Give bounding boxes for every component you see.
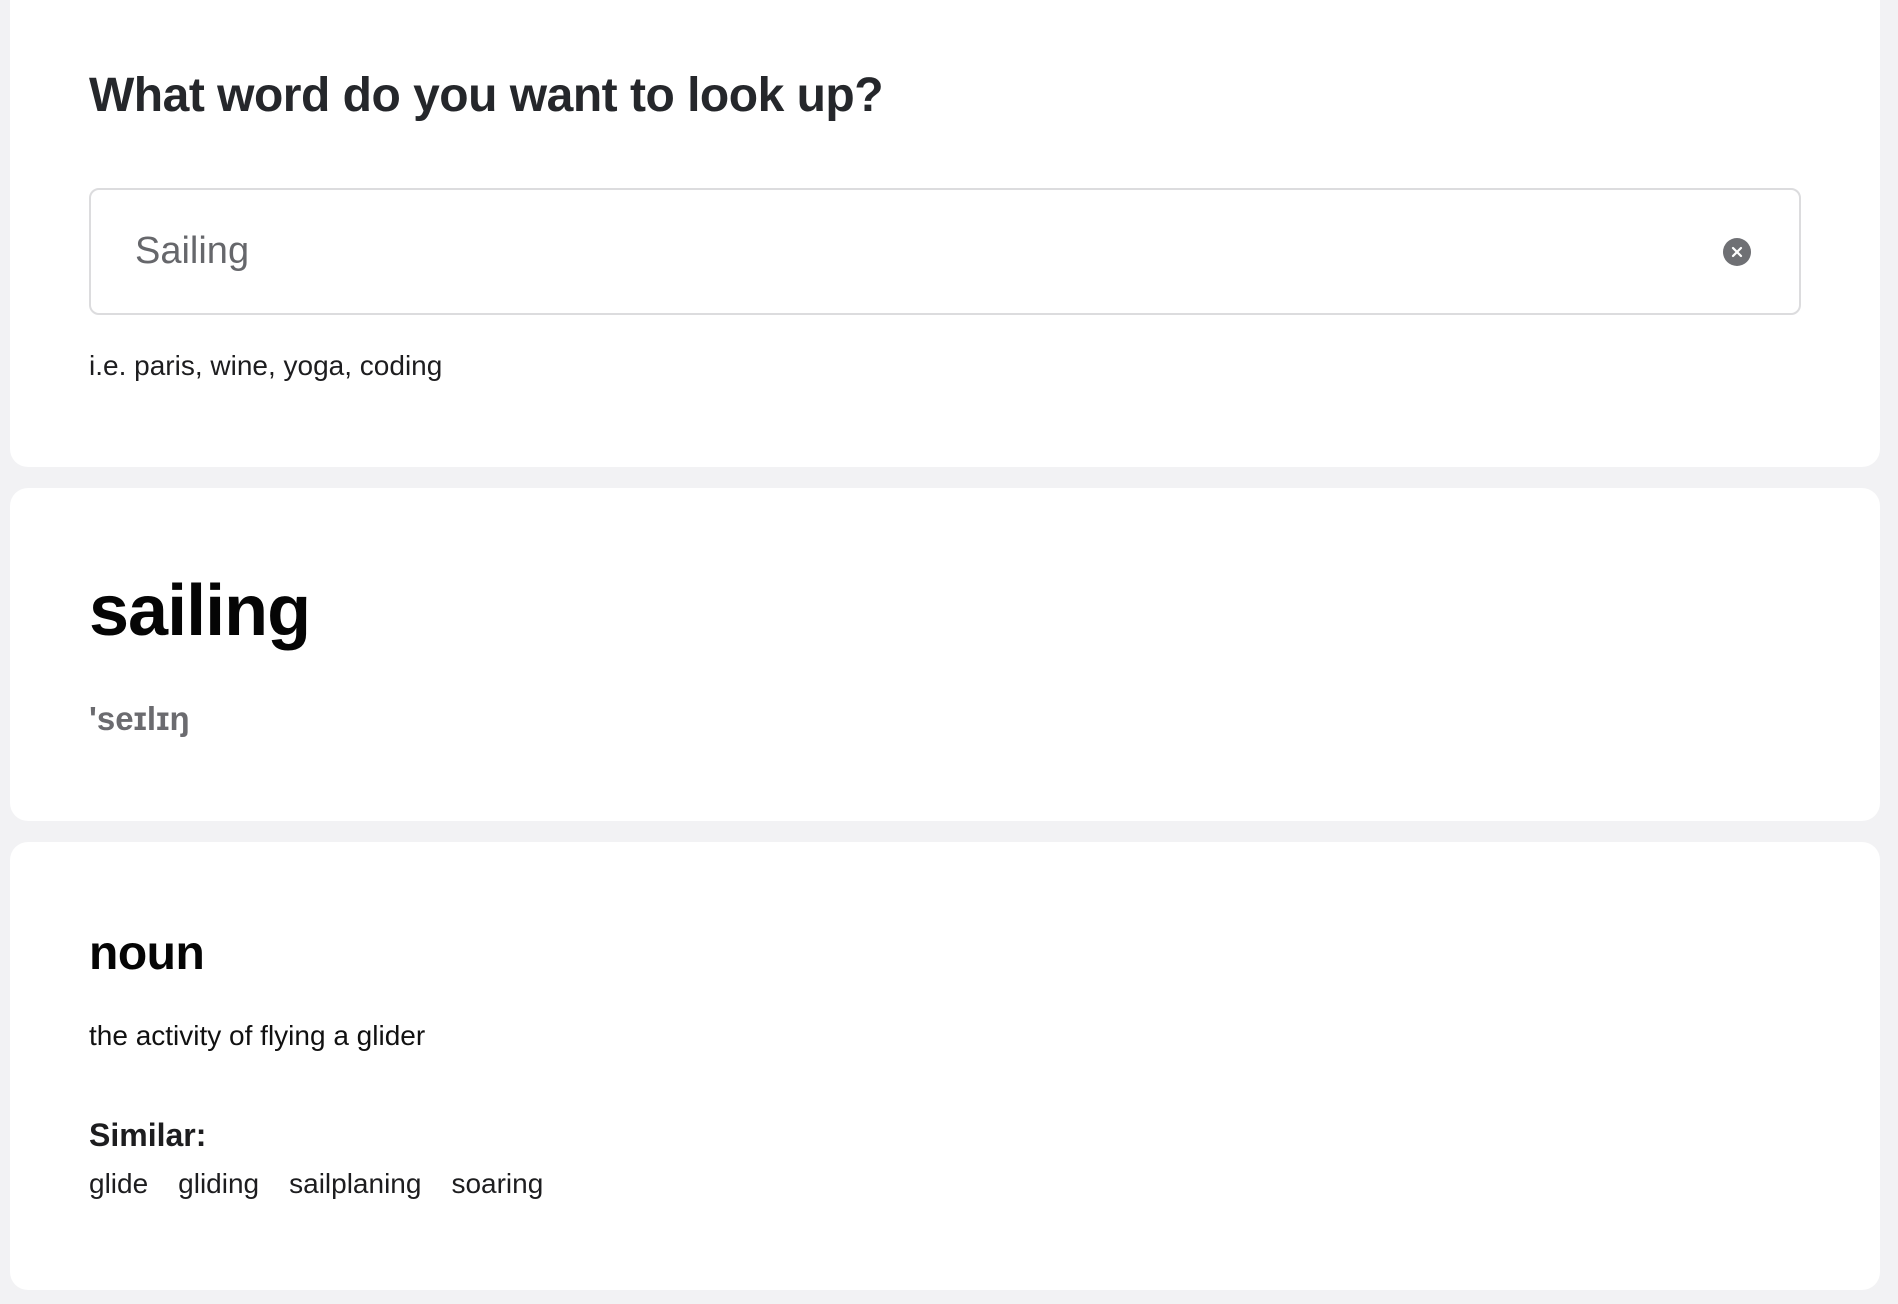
search-card: What word do you want to look up? i.e. p… [10,0,1880,467]
similar-label: Similar: [89,1117,207,1153]
similar-list: glide gliding sailplaning soaring [89,1168,543,1200]
search-heading: What word do you want to look up? [89,69,884,122]
similar-item-soaring[interactable]: soaring [451,1168,543,1200]
search-box[interactable] [89,188,1801,315]
definition-text: the activity of flying a glider [89,1020,426,1051]
similar-item-sailplaning[interactable]: sailplaning [289,1168,421,1200]
meaning-card: noun the activity of flying a glider Sim… [10,842,1880,1290]
similar-item-glide[interactable]: glide [89,1168,148,1200]
word-card: sailing 'seɪlɪŋ [10,488,1880,821]
dictionary-page: What word do you want to look up? i.e. p… [0,0,1898,1304]
phonetic-text: 'seɪlɪŋ [89,700,190,737]
search-input[interactable] [135,190,1695,313]
part-of-speech: noun [89,927,205,980]
similar-item-gliding[interactable]: gliding [178,1168,259,1200]
word-title: sailing [89,571,311,651]
clear-icon[interactable] [1723,238,1751,266]
search-hint: i.e. paris, wine, yoga, coding [89,350,443,381]
